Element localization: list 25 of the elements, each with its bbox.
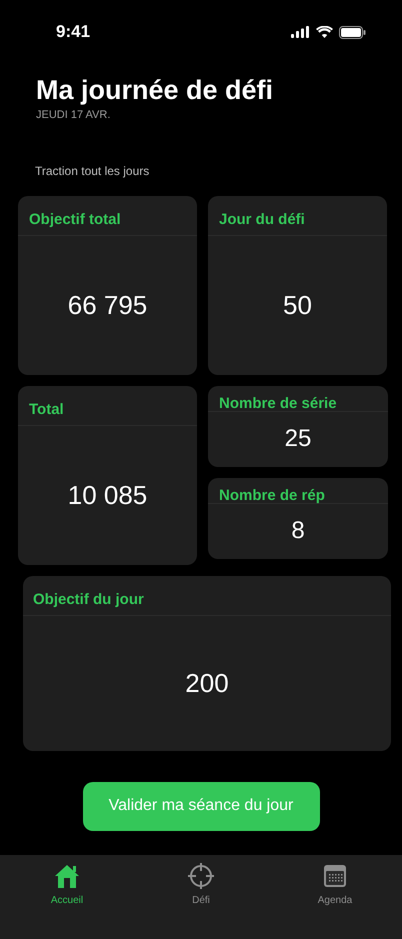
crosshair-icon [187,862,215,890]
tab-item[interactable]: Défi [134,855,268,939]
card-label: Objectif total [29,210,121,228]
card-value: 66 795 [68,288,148,322]
date-label: JEUDI 17 AVR. [36,108,112,123]
signal-icon [291,26,310,38]
card-value: 8 [291,516,305,546]
calendar-icon [323,864,347,888]
home-icon [53,863,81,889]
status-time: 9:41 [56,21,90,44]
card-label: Nombre de rép [219,486,325,504]
tab-item[interactable]: Agenda [268,855,402,939]
page-title: Ma journée de défi [36,74,274,106]
card-value: 25 [284,424,312,454]
tab-item[interactable]: Accueil [0,855,134,939]
wifi-icon [316,26,333,38]
card-value: 10 085 [68,478,148,512]
card-value: 50 [283,288,312,322]
card-label: Jour du défi [219,210,305,228]
challenge-name: Traction tout les jours [35,164,150,178]
battery-icon [339,26,366,38]
card-label: Nombre de série [219,394,337,412]
card-label: Objectif du jour [33,590,144,608]
card-value: 200 [185,666,229,700]
card-label: Total [29,400,64,418]
